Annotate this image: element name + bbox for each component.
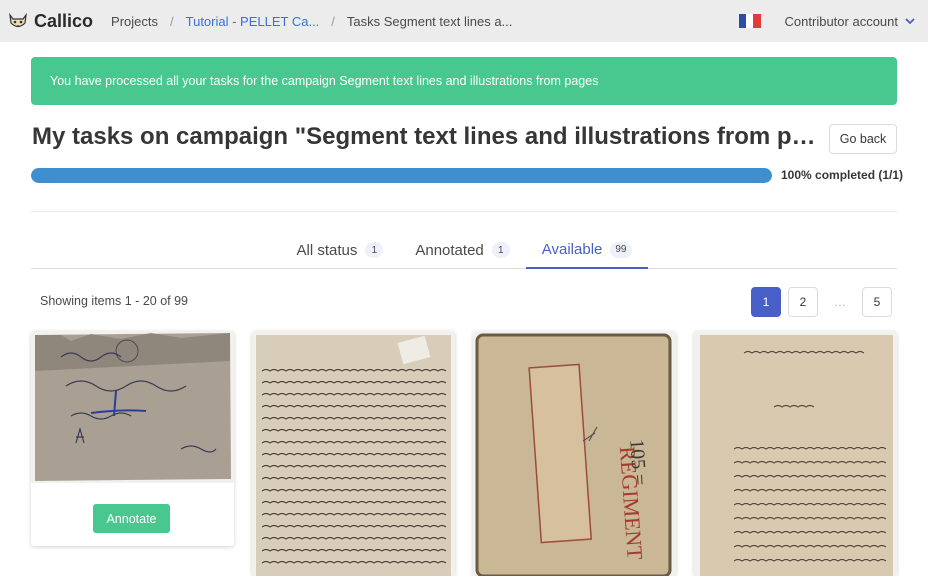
status-tabs: All status 1 Annotated 1 Available 99 bbox=[31, 232, 897, 269]
tab-label: Available bbox=[541, 241, 603, 258]
envelope-image bbox=[31, 331, 234, 483]
tab-count: 99 bbox=[610, 241, 632, 258]
chevron-down-icon bbox=[905, 18, 915, 25]
tab-label: All status bbox=[296, 241, 358, 259]
svg-text:105 =: 105 = bbox=[625, 438, 650, 486]
notification-text: You have processed all your tasks for th… bbox=[50, 74, 599, 88]
breadcrumb-project[interactable]: Tutorial - PELLET Ca... bbox=[186, 14, 320, 29]
letter-image bbox=[694, 331, 897, 576]
success-notification: You have processed all your tasks for th… bbox=[31, 57, 897, 105]
tab-available[interactable]: Available 99 bbox=[525, 232, 648, 269]
task-card: REGIMENT 105 = bbox=[473, 331, 676, 576]
pagination-ellipsis: … bbox=[825, 287, 855, 317]
breadcrumb-separator: / bbox=[170, 13, 174, 29]
annotate-button[interactable]: Annotate bbox=[93, 504, 170, 533]
breadcrumb: Projects / Tutorial - PELLET Ca... / Tas… bbox=[111, 14, 512, 29]
letter-image bbox=[252, 331, 455, 576]
pagination: 1 2 … 5 bbox=[751, 287, 899, 317]
task-card bbox=[694, 331, 897, 576]
brand[interactable]: Callico bbox=[8, 11, 93, 32]
french-flag-icon[interactable] bbox=[738, 14, 761, 28]
tab-annotated[interactable]: Annotated 1 bbox=[399, 232, 525, 268]
tab-count: 1 bbox=[491, 242, 510, 258]
account-label: Contributor account bbox=[784, 13, 898, 29]
notebook-image: REGIMENT 105 = bbox=[473, 331, 676, 576]
progress-label: 100% completed (1/1) bbox=[781, 168, 904, 182]
tab-count: 1 bbox=[365, 242, 384, 258]
tab-label: Annotated bbox=[415, 241, 484, 259]
items-count-text: Showing items 1 - 20 of 99 bbox=[40, 294, 188, 308]
page-1-button[interactable]: 1 bbox=[751, 287, 781, 317]
page-title: My tasks on campaign "Segment text lines… bbox=[32, 123, 816, 150]
progress-bar bbox=[31, 168, 772, 183]
tab-all-status[interactable]: All status 1 bbox=[281, 232, 400, 268]
go-back-button[interactable]: Go back bbox=[829, 124, 897, 154]
breadcrumb-separator: / bbox=[331, 13, 335, 29]
divider bbox=[31, 211, 897, 212]
progress-fill bbox=[31, 168, 772, 183]
brand-name: Callico bbox=[34, 10, 94, 31]
page-2-button[interactable]: 2 bbox=[788, 287, 818, 317]
account-menu[interactable]: Contributor account bbox=[785, 14, 916, 29]
breadcrumb-projects[interactable]: Projects bbox=[111, 14, 158, 29]
page-5-button[interactable]: 5 bbox=[862, 287, 892, 317]
cat-logo-icon bbox=[9, 12, 27, 28]
navbar: Callico Projects / Tutorial - PELLET Ca.… bbox=[0, 0, 928, 42]
task-card bbox=[252, 331, 455, 576]
task-card: Annotate bbox=[31, 331, 234, 546]
breadcrumb-current: Tasks Segment text lines a... bbox=[346, 13, 513, 29]
